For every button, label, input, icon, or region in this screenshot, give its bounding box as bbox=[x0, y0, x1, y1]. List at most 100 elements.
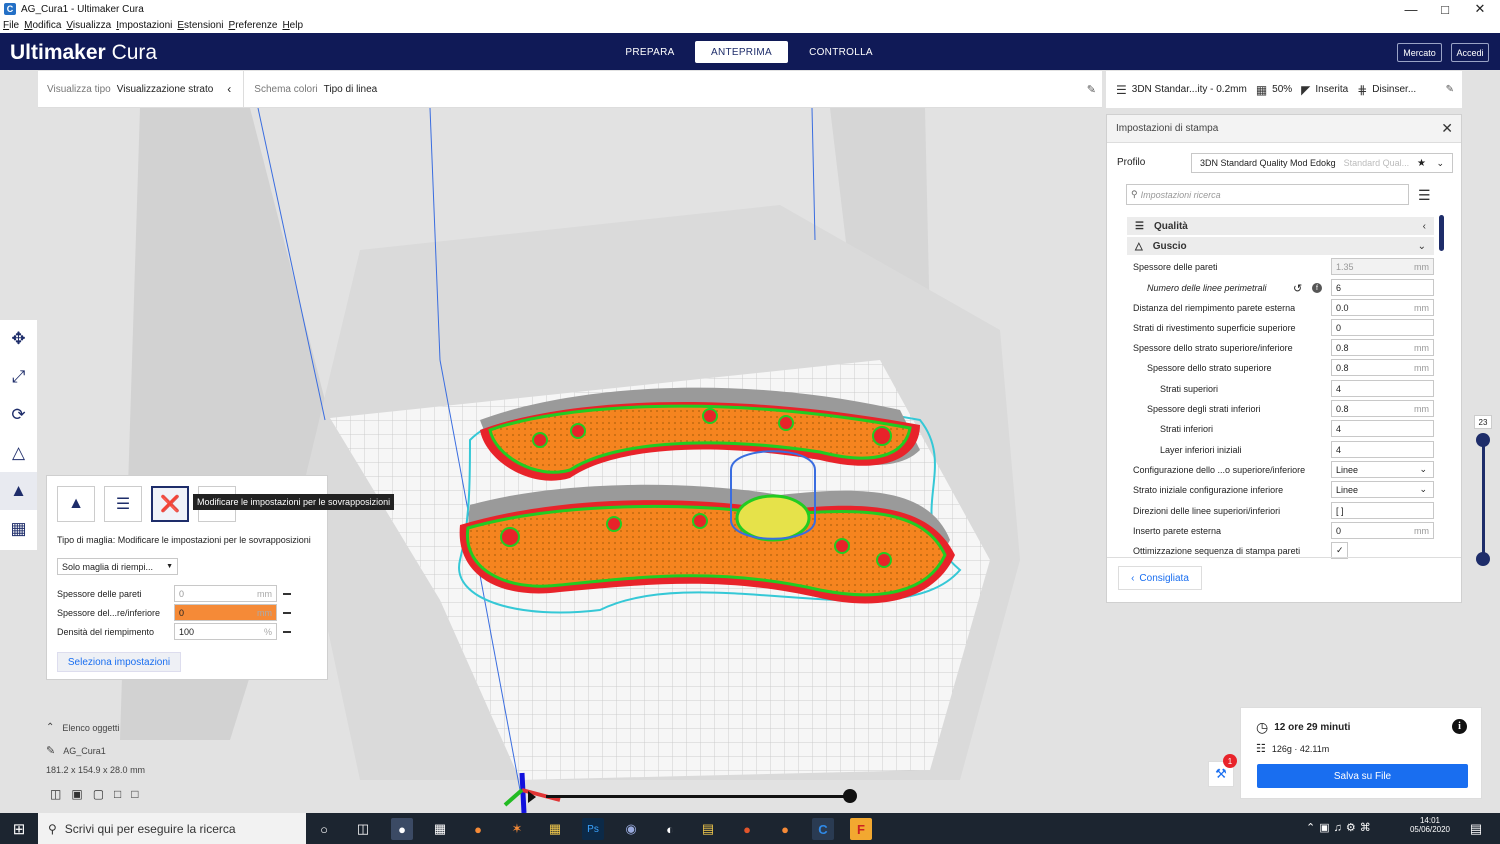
layer-slider-top-handle[interactable] bbox=[1476, 433, 1490, 447]
modifier-mesh[interactable] bbox=[735, 494, 811, 542]
setting-input[interactable]: 0 bbox=[1331, 319, 1434, 336]
cortana-icon[interactable]: ○ bbox=[313, 818, 335, 840]
windows-start-icon[interactable]: ⊞ bbox=[8, 818, 30, 840]
setting-input[interactable]: 4 bbox=[1331, 420, 1434, 437]
chevron-left-icon[interactable]: ‹ bbox=[227, 82, 231, 96]
view-right-icon[interactable]: □ bbox=[131, 787, 138, 801]
settings-search-input[interactable]: ⚲ Impostazioni ricerca bbox=[1126, 184, 1409, 205]
profile-dropdown[interactable]: 3DN Standard Quality Mod Edokg Standard Q… bbox=[1191, 153, 1453, 173]
view-left-icon[interactable]: □ bbox=[114, 787, 121, 801]
layer-slider-bottom-handle[interactable] bbox=[1476, 552, 1490, 566]
photoshop-icon[interactable]: Ps bbox=[582, 818, 604, 840]
setting-input[interactable]: 1.35 mm bbox=[1331, 258, 1434, 275]
top-bottom-thickness-input[interactable]: 0 mm bbox=[174, 604, 277, 621]
cura-taskbar-icon[interactable]: C bbox=[812, 818, 834, 840]
menu-modifica[interactable]: Modifica bbox=[24, 20, 61, 31]
signin-button[interactable]: Accedi bbox=[1451, 43, 1489, 62]
setting-input[interactable]: 4 bbox=[1331, 441, 1434, 458]
setting-input[interactable]: Linee ⌄ bbox=[1331, 481, 1434, 498]
pencil-icon[interactable]: ✎ bbox=[1087, 83, 1096, 96]
view-type-dropdown[interactable]: Visualizzazione strato bbox=[117, 84, 214, 95]
menu-help[interactable]: Help bbox=[282, 20, 303, 31]
maximize-button[interactable]: □ bbox=[1428, 0, 1462, 18]
stage-monitor-tab[interactable]: CONTROLLA bbox=[800, 41, 882, 63]
setting-input[interactable]: 0.8 mm bbox=[1331, 339, 1434, 356]
stage-preview-tab[interactable]: ANTEPRIMA bbox=[695, 41, 788, 63]
setting-input[interactable]: 4 bbox=[1331, 380, 1434, 397]
powerpoint-icon[interactable]: ● bbox=[736, 818, 758, 840]
support-mesh-icon[interactable]: ☰ bbox=[104, 486, 142, 522]
settings-menu-icon[interactable]: ☰ bbox=[1418, 187, 1431, 204]
reset-icon[interactable]: ↺ bbox=[1293, 282, 1302, 295]
move-tool-icon[interactable]: ✥ bbox=[0, 320, 37, 358]
pencil-icon[interactable]: ✎ bbox=[46, 744, 55, 757]
print-setup-bar[interactable]: ☰ 3DN Standar...ity - 0.2mm ▦ 50% ◤ Inserit… bbox=[1106, 71, 1462, 108]
field-label: Spessore delle pareti bbox=[57, 588, 142, 599]
color-scheme-dropdown[interactable]: Tipo di linea bbox=[324, 84, 378, 95]
setting-input[interactable]: [ ] bbox=[1331, 502, 1434, 519]
menu-visualizza[interactable]: Visualizza bbox=[66, 20, 111, 31]
select-settings-button[interactable]: Seleziona impostazioni bbox=[57, 652, 181, 672]
setting-input[interactable]: 6 bbox=[1331, 279, 1434, 296]
remove-setting-icon[interactable] bbox=[283, 593, 291, 595]
close-window-button[interactable]: ✕ bbox=[1463, 0, 1497, 18]
overlap-settings-icon[interactable]: ❌ bbox=[151, 486, 189, 522]
menu-preferenze[interactable]: Preferenze bbox=[229, 20, 278, 31]
setting-input[interactable]: 0.0 mm bbox=[1331, 299, 1434, 316]
app-icon[interactable]: ▦ bbox=[544, 818, 566, 840]
save-to-file-button[interactable]: Salva su File bbox=[1257, 764, 1468, 788]
infill-density-input[interactable]: 100% bbox=[174, 623, 277, 640]
path-slider-handle[interactable] bbox=[843, 789, 857, 803]
normal-mesh-icon[interactable]: ▲ bbox=[57, 486, 95, 522]
remove-setting-icon[interactable] bbox=[283, 612, 291, 614]
setting-input[interactable]: 0 mm bbox=[1331, 522, 1434, 539]
mirror-tool-icon[interactable]: △ bbox=[0, 434, 37, 472]
per-model-settings-icon[interactable]: ▲ bbox=[0, 472, 37, 510]
app-icon[interactable]: ◉ bbox=[620, 818, 642, 840]
pencil-icon[interactable]: ✎ bbox=[1446, 84, 1454, 95]
view-3d-icon[interactable]: ◫ bbox=[50, 787, 61, 801]
menu-file[interactable]: File bbox=[3, 20, 19, 31]
recommended-button[interactable]: ‹ Consigliata bbox=[1118, 566, 1202, 590]
app-icon[interactable]: ● bbox=[774, 818, 796, 840]
setting-input[interactable]: 0.8 mm bbox=[1331, 359, 1434, 376]
system-tray-icons[interactable]: ⌃▣♫⚙⌘ bbox=[1306, 821, 1375, 834]
rotate-tool-icon[interactable]: ⟳ bbox=[0, 396, 37, 434]
wall-thickness-input[interactable]: 0 mm bbox=[174, 585, 277, 602]
taskbar-clock[interactable]: 14:01 05/06/2020 bbox=[1404, 816, 1456, 834]
notifications-icon[interactable]: ▤ bbox=[1465, 818, 1487, 840]
menu-estensioni[interactable]: Estensioni bbox=[177, 20, 223, 31]
menu-impostazioni[interactable]: Impostazioni bbox=[116, 20, 172, 31]
view-front-icon[interactable]: ▣ bbox=[71, 787, 82, 801]
object-list-toggle[interactable]: ⌃ Elenco oggetti bbox=[46, 722, 296, 733]
category-quality[interactable]: ☰ Qualità ‹ bbox=[1127, 217, 1434, 235]
scale-tool-icon[interactable]: ⤢ bbox=[0, 358, 37, 396]
play-icon[interactable] bbox=[528, 791, 536, 803]
layer-number[interactable]: 23 bbox=[1474, 415, 1492, 429]
star-icon[interactable]: ★ bbox=[1417, 158, 1426, 169]
app-icon[interactable]: F bbox=[850, 818, 872, 840]
minimize-button[interactable]: — bbox=[1394, 0, 1428, 18]
app-icon[interactable]: ● bbox=[391, 818, 413, 840]
app-icon[interactable]: ✶ bbox=[506, 818, 528, 840]
category-shell[interactable]: △ Guscio ⌄ bbox=[1127, 237, 1434, 255]
remove-setting-icon[interactable] bbox=[283, 631, 291, 633]
firefox-icon[interactable]: ● bbox=[467, 818, 489, 840]
function-icon[interactable]: f bbox=[1312, 283, 1322, 293]
settings-scrollbar[interactable] bbox=[1439, 215, 1444, 251]
taskbar-search[interactable]: ⚲ Scrivi qui per eseguire la ricerca bbox=[38, 813, 306, 844]
mesh-mode-dropdown[interactable]: Solo maglia di riempi... ▼ bbox=[57, 558, 178, 575]
setting-input[interactable]: 0.8 mm bbox=[1331, 400, 1434, 417]
file-explorer-icon[interactable]: ▤ bbox=[697, 818, 719, 840]
app-icon[interactable]: ▦ bbox=[429, 818, 451, 840]
setting-row: Layer inferiori iniziali 4 bbox=[1133, 441, 1435, 459]
app-icon[interactable]: ◐ bbox=[659, 818, 681, 840]
view-top-icon[interactable]: ▢ bbox=[93, 787, 104, 801]
task-view-icon[interactable]: ◫ bbox=[352, 818, 374, 840]
setting-input[interactable]: Linee ⌄ bbox=[1331, 461, 1434, 478]
marketplace-button[interactable]: Mercato bbox=[1397, 43, 1442, 62]
info-icon[interactable]: i bbox=[1452, 719, 1467, 734]
close-icon[interactable]: ✕ bbox=[1441, 120, 1453, 137]
stage-prepare-tab[interactable]: PREPARA bbox=[617, 41, 683, 63]
support-blocker-icon[interactable]: ▦ bbox=[0, 510, 37, 548]
